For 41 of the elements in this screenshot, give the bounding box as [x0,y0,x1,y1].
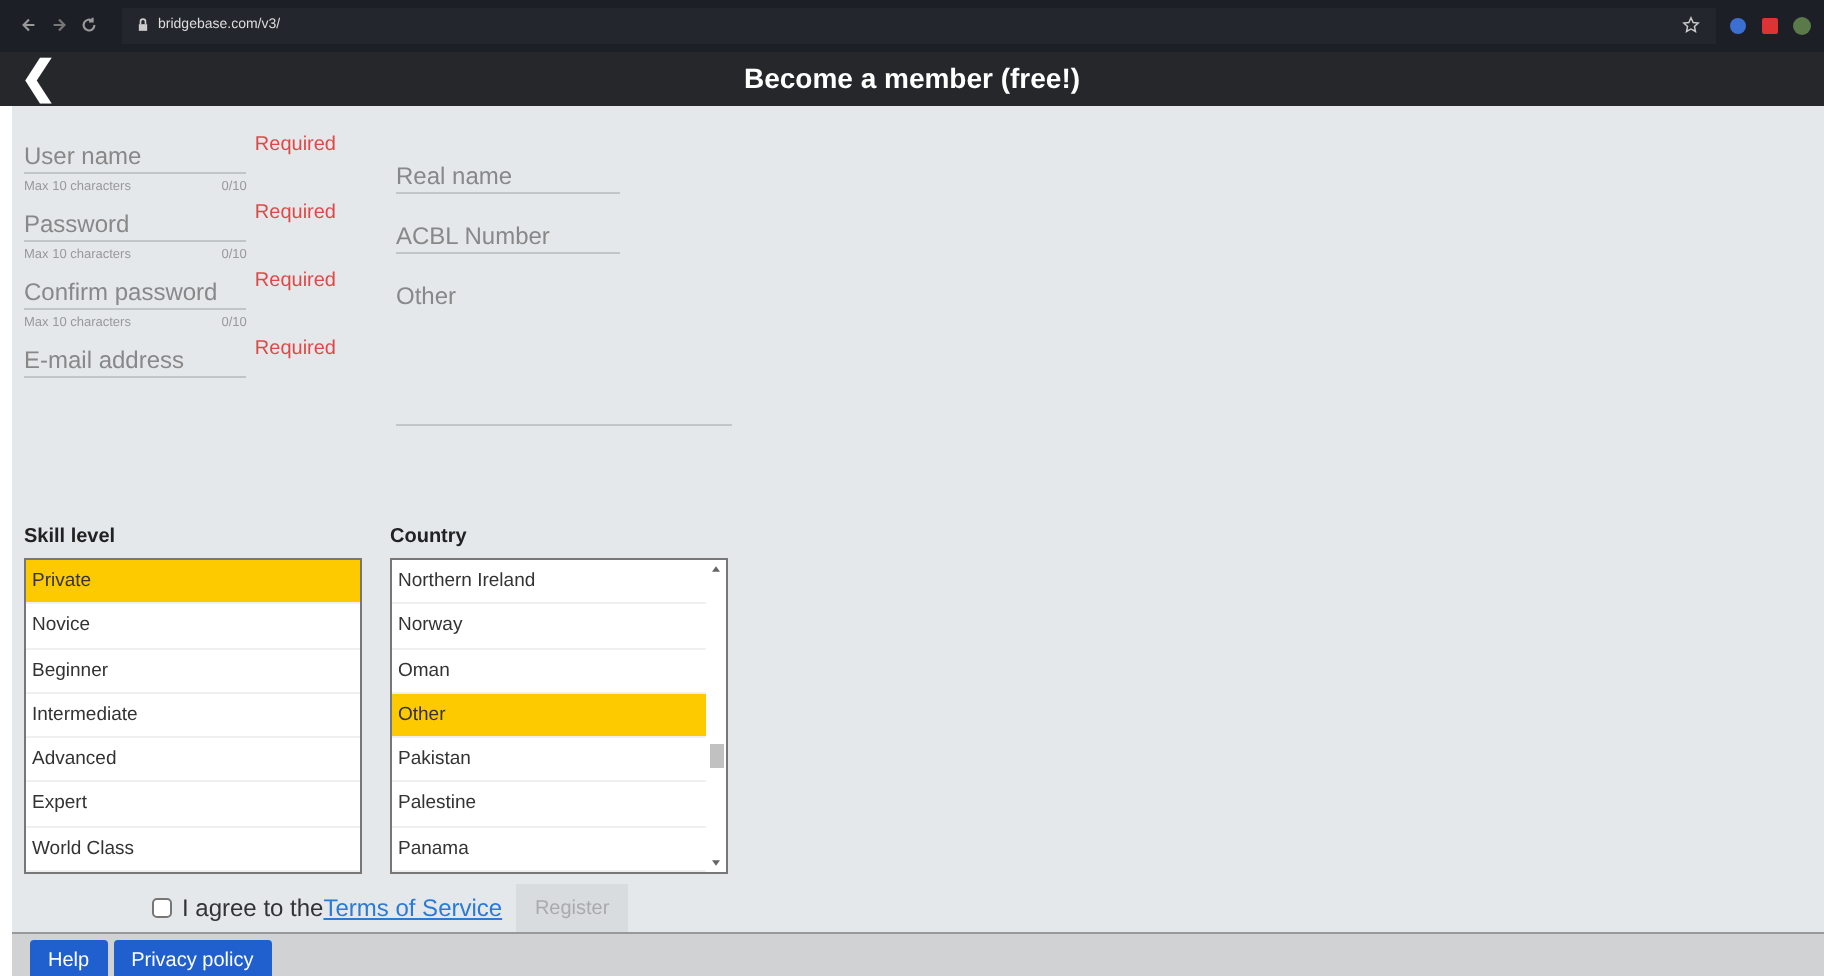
text-area[interactable]: Other [396,274,732,426]
required-label: Required [254,202,336,224]
avatar-icon[interactable] [1792,15,1812,36]
forward-arrow-icon[interactable] [50,16,68,35]
text-field[interactable]: Real name [396,154,620,194]
scroll-down-icon[interactable] [712,860,720,866]
text-field[interactable]: E-mail address [24,338,247,378]
star-icon[interactable] [1682,16,1700,35]
required-label: Required [254,338,336,360]
scroll-up-icon[interactable] [712,566,720,572]
lock-icon [138,18,148,33]
back-arrow-icon[interactable] [20,16,38,35]
list-item[interactable]: Norway [392,604,706,650]
text-field[interactable]: User name [24,134,247,174]
list-item[interactable]: Private [26,560,360,605]
list-item[interactable]: Advanced [26,738,360,783]
list-item[interactable]: Panama [392,827,706,873]
list-item[interactable]: Other [392,693,706,739]
required-label: Required [254,270,336,292]
page-title: Become a member (free!) [741,62,1083,95]
scroll-thumb[interactable] [709,744,723,768]
footer-button[interactable]: Help [30,940,108,976]
reload-icon[interactable] [80,16,98,35]
list-label: Skill level [24,526,118,548]
text-field[interactable]: Password [24,202,247,242]
required-label: Required [254,134,336,156]
list-label: Country [390,526,469,548]
list-item[interactable]: Palestine [392,782,706,828]
list-item[interactable]: Intermediate [26,693,360,739]
agree-checkbox[interactable] [152,898,172,918]
text-field[interactable]: ACBL Number [396,214,620,254]
text-field[interactable]: Confirm password [24,270,247,310]
list-item[interactable]: Expert [26,782,360,828]
list-item[interactable]: Beginner [26,649,360,694]
list-item[interactable]: Northern Ireland [392,560,706,605]
list-item[interactable]: Novice [26,604,360,650]
list-item[interactable]: World Class [26,827,360,873]
footer-button[interactable]: Privacy policy [113,940,272,976]
list-item[interactable]: Pakistan [392,738,706,783]
agree-text: I agree to the [182,894,324,922]
back-button[interactable]: ❮ [0,56,56,101]
